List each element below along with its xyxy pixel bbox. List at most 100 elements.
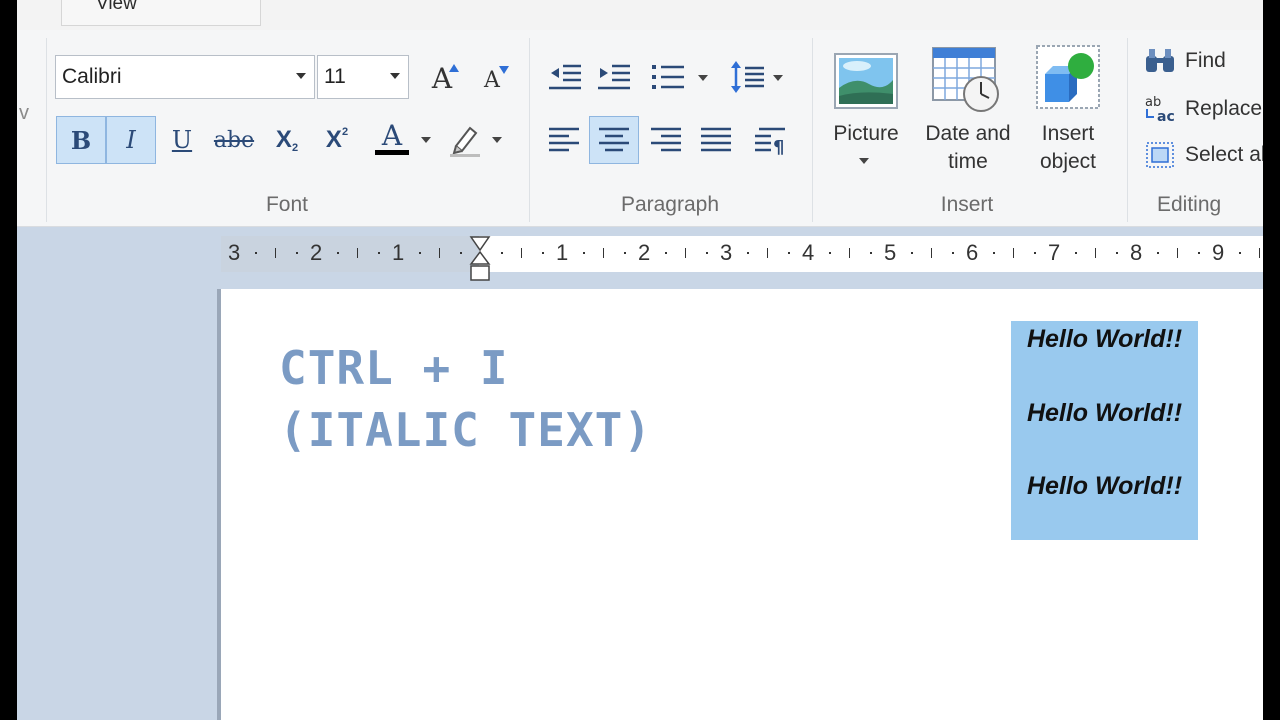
align-left-button[interactable] <box>541 118 587 162</box>
line-spacing-dropdown-icon[interactable] <box>773 75 783 81</box>
ruler-tick <box>849 248 850 258</box>
ruler-tick <box>705 252 708 254</box>
font-group-label: Font <box>265 193 309 216</box>
insert-object-label[interactable]: Insert object <box>1023 120 1113 176</box>
paragraph-button[interactable]: ¶ <box>749 118 791 162</box>
ribbon-left-edge: v <box>19 102 29 124</box>
ruler-tick <box>254 252 257 254</box>
arrow-down-icon <box>499 66 509 74</box>
find-button[interactable]: Find <box>1143 44 1263 78</box>
strikethrough-button[interactable]: abe <box>209 118 259 162</box>
chevron-down-icon[interactable] <box>296 73 306 79</box>
select-all-button[interactable]: Select all <box>1143 138 1263 172</box>
ruler-tick <box>603 248 604 258</box>
tab-home[interactable]: e <box>17 0 18 14</box>
ruler-tick <box>1177 248 1178 258</box>
replace-label: Replace <box>1185 97 1263 120</box>
text-color-dropdown-icon[interactable] <box>421 137 431 143</box>
ruler-tick <box>1115 252 1118 254</box>
ruler-tick-label: 1 <box>392 240 405 265</box>
ruler-tick-label: 7 <box>1048 240 1061 265</box>
grow-font-button[interactable]: A <box>421 58 463 98</box>
chevron-down-icon[interactable] <box>390 73 400 79</box>
picture-button[interactable] <box>829 44 903 118</box>
document-page[interactable]: CTRL + I (ITALIC TEXT) Hello World!! Hel… <box>217 289 1263 720</box>
ruler-tick <box>582 252 585 254</box>
ruler-tick <box>869 252 872 254</box>
document-heading-line1: CTRL + I <box>279 341 509 395</box>
paragraph-group-label: Paragraph <box>620 193 720 216</box>
ruler-tick <box>1095 248 1096 258</box>
ruler-tick-label: 2 <box>638 240 651 265</box>
svg-text:ac: ac <box>1157 109 1175 125</box>
bold-button[interactable]: B <box>56 116 106 164</box>
date-time-label[interactable]: Date and time <box>915 120 1021 176</box>
ribbon: v Calibri 11 A A B I U abe X2 X2 A Font … <box>17 30 1263 227</box>
paragraph-icon: ¶ <box>755 127 785 155</box>
date-time-button[interactable] <box>931 42 1001 116</box>
editing-group-label: Editing <box>1157 193 1222 216</box>
replace-button[interactable]: ab ac Replace <box>1143 92 1263 126</box>
text-color-button[interactable]: A <box>372 116 412 160</box>
tab-view[interactable]: View <box>61 0 261 26</box>
ruler-tick <box>500 252 503 254</box>
font-family-value: Calibri <box>62 65 122 88</box>
shrink-font-icon: A <box>484 67 500 93</box>
ruler-tick-label: 4 <box>802 240 815 265</box>
ruler-tick <box>910 252 913 254</box>
underline-button[interactable]: U <box>162 118 202 162</box>
calendar-clock-icon <box>932 47 999 112</box>
text-color-swatch <box>375 149 409 155</box>
justify-icon <box>701 127 731 152</box>
highlighted-selection[interactable]: Hello World!! Hello World!! Hello World!… <box>1011 321 1198 540</box>
align-center-button[interactable] <box>589 116 639 164</box>
align-right-icon <box>651 127 681 152</box>
insert-object-label-line1: Insert <box>1041 122 1095 145</box>
ruler-tick <box>439 248 440 258</box>
ruler-tick-label: 3 <box>228 240 241 265</box>
ruler-tick <box>828 252 831 254</box>
align-center-icon <box>599 127 629 152</box>
decrease-indent-button[interactable] <box>544 58 586 96</box>
highlight-line: Hello World!! <box>1026 325 1183 353</box>
ruler-tick-label: 9 <box>1212 240 1225 265</box>
bullets-dropdown-icon[interactable] <box>698 75 708 81</box>
indent-marker-icon[interactable] <box>469 236 491 284</box>
increase-indent-button[interactable] <box>593 58 635 96</box>
ruler-tick-label: 6 <box>966 240 979 265</box>
ruler-tick <box>767 248 768 258</box>
date-time-label-line1: Date and <box>925 122 1011 145</box>
insert-object-button[interactable] <box>1033 42 1103 116</box>
ruler-tick <box>521 248 522 258</box>
font-size-select[interactable]: 11 <box>317 55 409 99</box>
svg-text:¶: ¶ <box>773 137 784 155</box>
shrink-font-button[interactable]: A <box>473 62 511 98</box>
line-spacing-button[interactable] <box>727 56 769 98</box>
arrow-up-icon <box>449 64 459 72</box>
highlight-button[interactable] <box>445 118 485 162</box>
picture-label[interactable]: Picture <box>823 120 909 148</box>
italic-button[interactable]: I <box>106 116 156 164</box>
ribbon-tabs: e View <box>17 0 1263 30</box>
ruler-tick <box>357 248 358 258</box>
superscript-button[interactable]: X2 <box>317 118 357 162</box>
select-all-label: Select all <box>1185 143 1263 166</box>
ruler-tick <box>1013 248 1014 258</box>
ruler[interactable]: 3 2 1 1 2 3 4 5 6 7 8 9 <box>221 236 1263 281</box>
document-heading: CTRL + I (ITALIC TEXT) <box>279 337 652 461</box>
align-right-button[interactable] <box>643 118 689 162</box>
bullets-button[interactable] <box>647 58 689 96</box>
highlight-line: Hello World!! <box>1026 399 1183 427</box>
ruler-tick <box>951 252 954 254</box>
picture-dropdown-icon[interactable] <box>859 158 869 164</box>
ruler-tick <box>685 248 686 258</box>
ruler-tick-label: 1 <box>556 240 569 265</box>
ruler-tick-label: 5 <box>884 240 897 265</box>
justify-button[interactable] <box>693 118 739 162</box>
line-spacing-icon <box>731 61 764 93</box>
find-label: Find <box>1185 49 1226 72</box>
superscript-mark: 2 <box>341 126 349 138</box>
highlight-dropdown-icon[interactable] <box>492 137 502 143</box>
font-family-select[interactable]: Calibri <box>55 55 315 99</box>
subscript-button[interactable]: X2 <box>267 118 307 162</box>
